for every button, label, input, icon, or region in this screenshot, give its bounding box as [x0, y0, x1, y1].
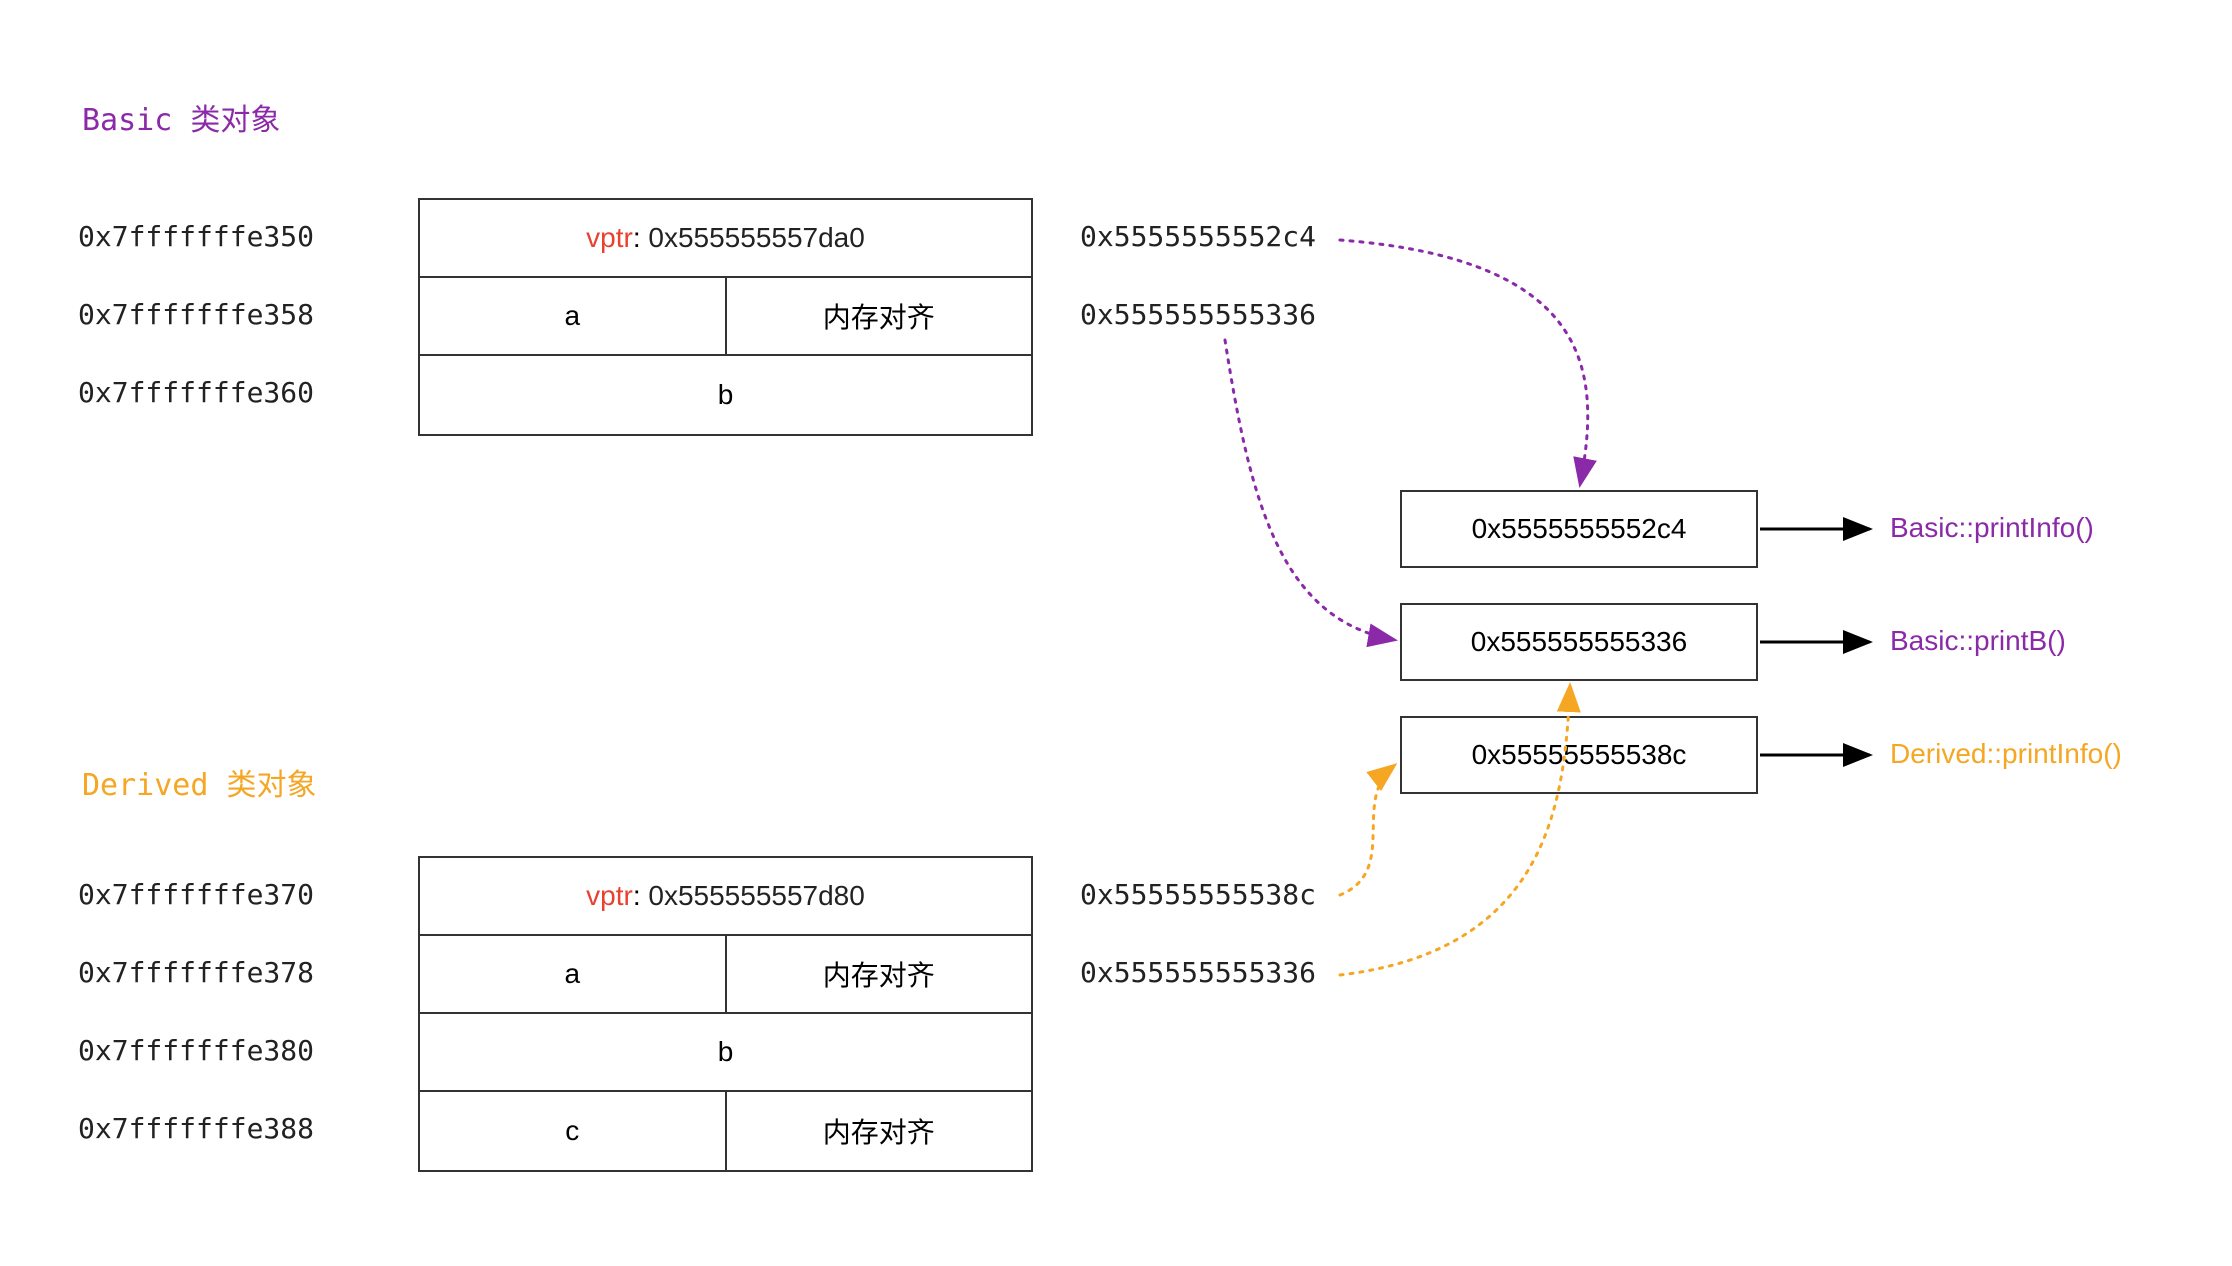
basic-row-a: a 内存对齐	[420, 278, 1031, 356]
basic-addr-1: 0x7fffffffe358	[78, 298, 314, 331]
derived-vtable-entry-1: 0x555555555336	[1080, 956, 1316, 989]
basic-padding: 内存对齐	[727, 278, 1032, 354]
func-box-1: 0x555555555336	[1400, 603, 1758, 681]
derived-row-c: c 内存对齐	[420, 1092, 1031, 1170]
derived-vtable-entry-0: 0x55555555538c	[1080, 878, 1316, 911]
basic-addr-2: 0x7fffffffe360	[78, 376, 314, 409]
basic-vtable-entry-1: 0x555555555336	[1080, 298, 1316, 331]
derived-field-c: c	[420, 1092, 727, 1170]
func-box-2: 0x55555555538c	[1400, 716, 1758, 794]
func-label-0: Basic::printInfo()	[1890, 512, 2094, 544]
derived-vptr-row: vptr: 0x555555557d80	[420, 858, 1031, 936]
func-label-1: Basic::printB()	[1890, 625, 2066, 657]
derived-padding-2: 内存对齐	[727, 1092, 1032, 1170]
func-label-2: Derived::printInfo()	[1890, 738, 2122, 770]
arrow-derived-vt0	[1340, 765, 1395, 895]
derived-addr-1: 0x7fffffffe378	[78, 956, 314, 989]
derived-field-a: a	[420, 936, 727, 1012]
basic-field-a: a	[420, 278, 727, 354]
arrow-basic-vt1	[1225, 340, 1395, 640]
basic-vptr-label: vptr	[586, 222, 633, 254]
func-box-0: 0x5555555552c4	[1400, 490, 1758, 568]
basic-vptr-row: vptr: 0x555555557da0	[420, 200, 1031, 278]
derived-vptr-label: vptr	[586, 880, 633, 912]
derived-addr-0: 0x7fffffffe370	[78, 878, 314, 911]
basic-addr-0: 0x7fffffffe350	[78, 220, 314, 253]
derived-row-b: b	[420, 1014, 1031, 1092]
basic-title: Basic 类对象	[82, 95, 280, 139]
derived-addr-3: 0x7fffffffe388	[78, 1112, 314, 1145]
arrow-basic-vt0	[1340, 240, 1588, 485]
derived-title: Derived 类对象	[82, 760, 317, 804]
basic-vtable-entry-0: 0x5555555552c4	[1080, 220, 1316, 253]
derived-padding: 内存对齐	[727, 936, 1032, 1012]
derived-object-table: vptr: 0x555555557d80 a 内存对齐 b c 内存对齐	[418, 856, 1033, 1172]
derived-addr-2: 0x7fffffffe380	[78, 1034, 314, 1067]
basic-object-table: vptr: 0x555555557da0 a 内存对齐 b	[418, 198, 1033, 436]
basic-row-b: b	[420, 356, 1031, 434]
derived-row-a: a 内存对齐	[420, 936, 1031, 1014]
derived-vptr-value: 0x555555557d80	[648, 880, 864, 912]
basic-vptr-value: 0x555555557da0	[648, 222, 864, 254]
